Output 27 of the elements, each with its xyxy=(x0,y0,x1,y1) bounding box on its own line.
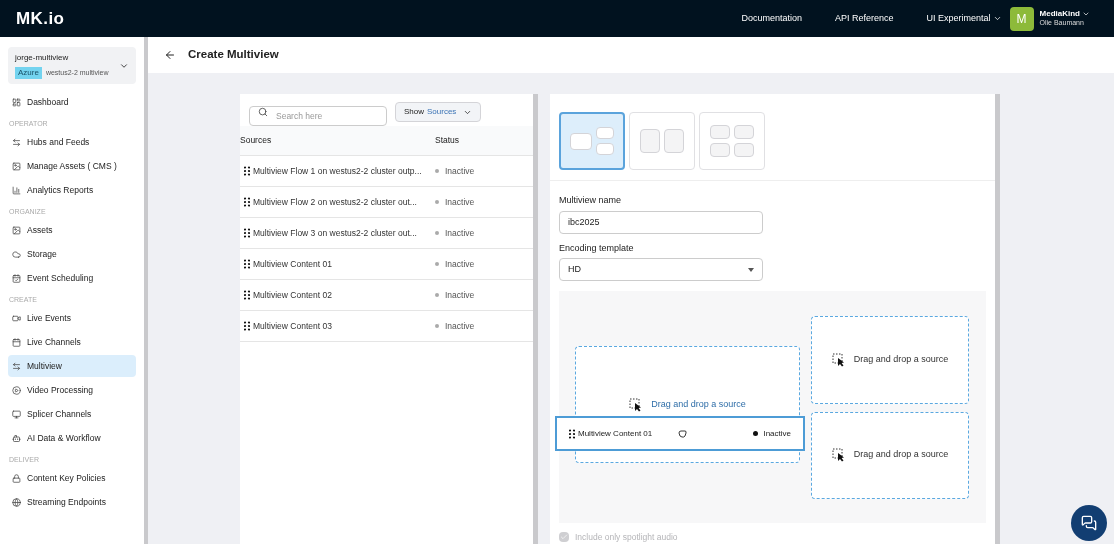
field-label: Multiview name xyxy=(559,194,623,207)
field-label: Encoding template xyxy=(559,241,635,255)
status-text: Inactive xyxy=(445,226,475,240)
drop-zone-text: Drag and drop a source xyxy=(853,352,949,366)
source-name: Multiview Content 02 xyxy=(253,288,332,302)
status-text: Inactive xyxy=(445,195,475,209)
source-name: Multiview Content 03 xyxy=(253,319,332,333)
drop-zone-text: Drag and drop a source xyxy=(651,397,746,411)
source-name: Multiview Flow 3 on westus2-2 cluster out... xyxy=(253,226,417,240)
page-title: Create Multiview xyxy=(188,47,279,63)
column-header: Status xyxy=(435,134,460,147)
workspace-name: jorge-multiview xyxy=(15,52,70,64)
filter-label: Show xyxy=(404,106,424,118)
column-header: Sources xyxy=(240,134,273,147)
source-name: Multiview Flow 2 on westus2-2 cluster out... xyxy=(253,195,417,209)
source-name: Multiview Flow 1 on westus2-2 cluster outp... xyxy=(253,164,422,178)
drop-zone-text: Drag and drop a source xyxy=(853,448,949,462)
source-name: Multiview Content 01 xyxy=(253,257,332,271)
cloud-tag: Azure xyxy=(15,67,42,79)
status-text: Inactive xyxy=(445,257,475,271)
status-text: Inactive xyxy=(445,288,475,302)
status-text: Inactive xyxy=(445,319,475,333)
source-name: Multiview Content 01 xyxy=(578,427,654,440)
status-text: Inactive xyxy=(763,427,791,440)
filter-value: Sources xyxy=(427,106,457,118)
checkbox-label: Include only spotlight audio xyxy=(575,531,678,544)
status-text: Inactive xyxy=(445,164,475,178)
